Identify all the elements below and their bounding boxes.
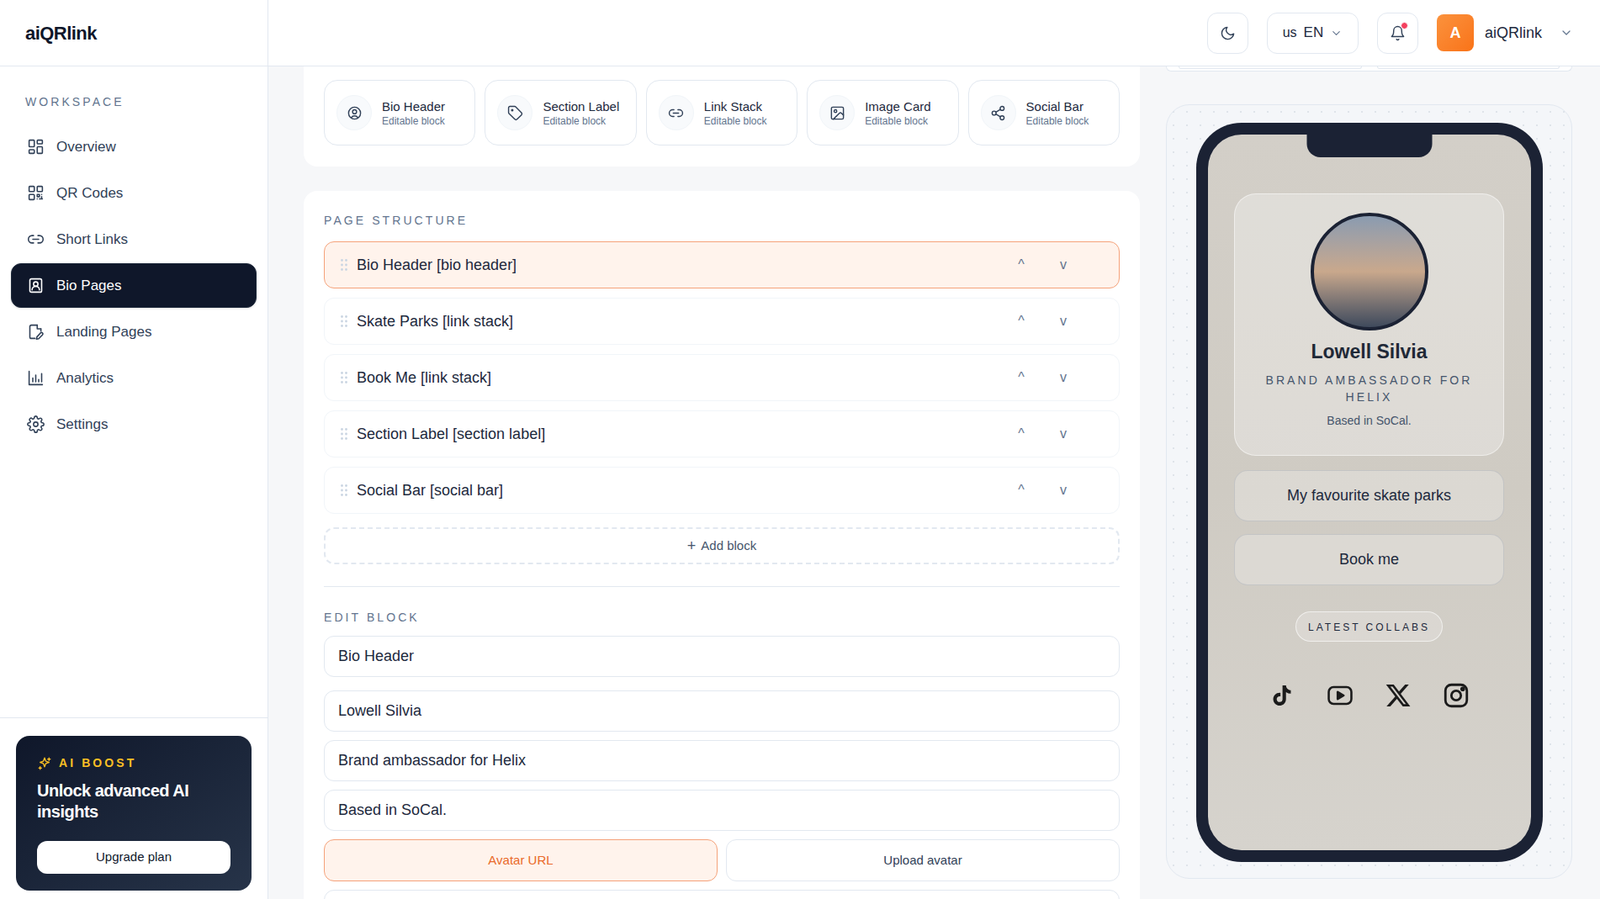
sidebar-item[interactable]: Short Links xyxy=(10,217,257,262)
phone-frame: Lowell SilviaBRAND AMBASSADOR FOR HELIXB… xyxy=(1196,122,1543,863)
move-down-button[interactable]: v xyxy=(1054,367,1072,388)
avatar-mode-button[interactable]: Upload avatar xyxy=(725,839,1120,882)
x-icon[interactable] xyxy=(1384,682,1412,710)
move-down-button[interactable]: v xyxy=(1054,480,1072,501)
phone-screen: Lowell SilviaBRAND AMBASSADOR FOR HELIXB… xyxy=(1207,134,1532,851)
move-up-button[interactable]: ^ xyxy=(1012,311,1030,332)
editor-card: PAGE STRUCTURE Bio Header [bio header]^v… xyxy=(303,190,1140,899)
sparkle-icon xyxy=(37,756,53,772)
top-bar: usEN AaiQRlink xyxy=(268,0,1600,67)
structure-row[interactable]: Section Label [section label]^v xyxy=(323,410,1120,458)
tag-icon xyxy=(507,105,524,122)
block-type-button[interactable]: Social BarEditable block xyxy=(968,79,1120,146)
section-title: EDIT BLOCK xyxy=(323,609,1120,626)
link-button[interactable]: Book me xyxy=(1234,534,1505,586)
user-name: aiQRlink xyxy=(1484,21,1542,45)
moon-icon xyxy=(1219,25,1236,42)
drag-handle-icon[interactable] xyxy=(339,370,349,385)
block-type-button[interactable]: Image CardEditable block xyxy=(806,79,959,146)
bio-page-icon xyxy=(26,276,45,295)
link-icon xyxy=(667,105,684,122)
text-field[interactable] xyxy=(323,890,1120,899)
structure-row[interactable]: Bio Header [bio header]^v xyxy=(323,241,1120,289)
sidebar-item[interactable]: Landing Pages xyxy=(10,309,257,355)
text-field[interactable] xyxy=(323,740,1120,782)
drag-handle-icon[interactable] xyxy=(339,258,349,272)
drag-handle-icon[interactable] xyxy=(339,427,349,441)
sidebar-item[interactable]: Settings xyxy=(10,402,257,447)
preview-panel: Lowell SilviaBRAND AMBASSADOR FOR HELIXB… xyxy=(1165,104,1573,880)
sidebar-item[interactable]: Bio Pages xyxy=(10,263,257,308)
link-icon xyxy=(26,230,45,249)
move-down-button[interactable]: v xyxy=(1054,423,1072,445)
gear-icon xyxy=(26,415,45,434)
move-up-button[interactable]: ^ xyxy=(1012,367,1030,388)
text-field[interactable] xyxy=(323,690,1120,732)
chevron-down-icon xyxy=(1559,26,1574,40)
block-palette: Bio HeaderEditable blockSection LabelEdi… xyxy=(303,66,1140,167)
promo-title: Unlock advanced AI insights xyxy=(37,780,231,823)
phone-notch xyxy=(1306,134,1432,158)
unread-dot xyxy=(1400,21,1409,30)
chart-icon xyxy=(26,369,45,387)
share-icon xyxy=(990,105,1007,122)
move-up-button[interactable]: ^ xyxy=(1012,480,1030,501)
add-block-button[interactable]: +Add block xyxy=(323,527,1120,565)
user-avatar: A xyxy=(1436,14,1474,52)
theme-toggle[interactable] xyxy=(1207,12,1249,54)
promo-badge: AI BOOST xyxy=(58,754,137,773)
drag-handle-icon[interactable] xyxy=(339,483,349,498)
user-menu[interactable]: AaiQRlink xyxy=(1436,14,1574,52)
avatar-mode-button[interactable]: Avatar URL xyxy=(323,839,718,882)
sidebar-item[interactable]: Overview xyxy=(10,124,257,170)
block-type-button[interactable]: Link StackEditable block xyxy=(646,79,798,146)
structure-row[interactable]: Skate Parks [link stack]^v xyxy=(323,297,1120,345)
preview-toolbar xyxy=(1165,66,1573,72)
avatar-photo xyxy=(1310,212,1429,331)
chevron-down-icon xyxy=(1329,26,1343,40)
section-label-pill: LATEST COLLABS xyxy=(1295,611,1443,642)
notifications-button[interactable] xyxy=(1377,12,1419,54)
image-icon xyxy=(829,105,846,122)
structure-row[interactable]: Book Me [link stack]^v xyxy=(323,354,1120,402)
block-type-button[interactable]: Bio HeaderEditable block xyxy=(323,79,476,146)
text-field[interactable] xyxy=(323,789,1120,832)
move-down-button[interactable]: v xyxy=(1054,311,1072,332)
grid-icon xyxy=(26,137,45,156)
section-title: PAGE STRUCTURE xyxy=(323,211,1120,229)
sidebar: aiQRlink WORKSPACE OverviewQR CodesShort… xyxy=(0,0,269,899)
structure-row[interactable]: Social Bar [social bar]^v xyxy=(323,466,1120,514)
section-label: WORKSPACE xyxy=(10,93,257,112)
sidebar-nav: OverviewQR CodesShort LinksBio PagesLand… xyxy=(10,124,257,447)
block-type-button[interactable]: Section LabelEditable block xyxy=(484,79,636,146)
qr-icon xyxy=(26,184,45,202)
logo[interactable]: aiQRlink xyxy=(25,19,97,48)
move-up-button[interactable]: ^ xyxy=(1012,254,1030,276)
drag-handle-icon[interactable] xyxy=(339,314,349,329)
move-down-button[interactable]: v xyxy=(1054,254,1072,276)
sidebar-item[interactable]: Analytics xyxy=(10,355,257,401)
move-up-button[interactable]: ^ xyxy=(1012,423,1030,445)
language-select[interactable]: usEN xyxy=(1266,12,1359,54)
sidebar-item[interactable]: QR Codes xyxy=(10,170,257,216)
user-circle-icon xyxy=(346,105,363,122)
instagram-icon[interactable] xyxy=(1441,681,1471,710)
profile-card: Lowell SilviaBRAND AMBASSADOR FOR HELIXB… xyxy=(1234,193,1505,456)
promo-card: AI BOOST Unlock advanced AI insights Upg… xyxy=(15,736,252,891)
landing-page-icon xyxy=(26,323,45,341)
text-field[interactable] xyxy=(323,635,1120,678)
youtube-icon[interactable] xyxy=(1325,681,1355,710)
tiktok-icon[interactable] xyxy=(1268,682,1296,710)
link-button[interactable]: My favourite skate parks xyxy=(1234,470,1505,522)
upgrade-button[interactable]: Upgrade plan xyxy=(37,841,231,875)
